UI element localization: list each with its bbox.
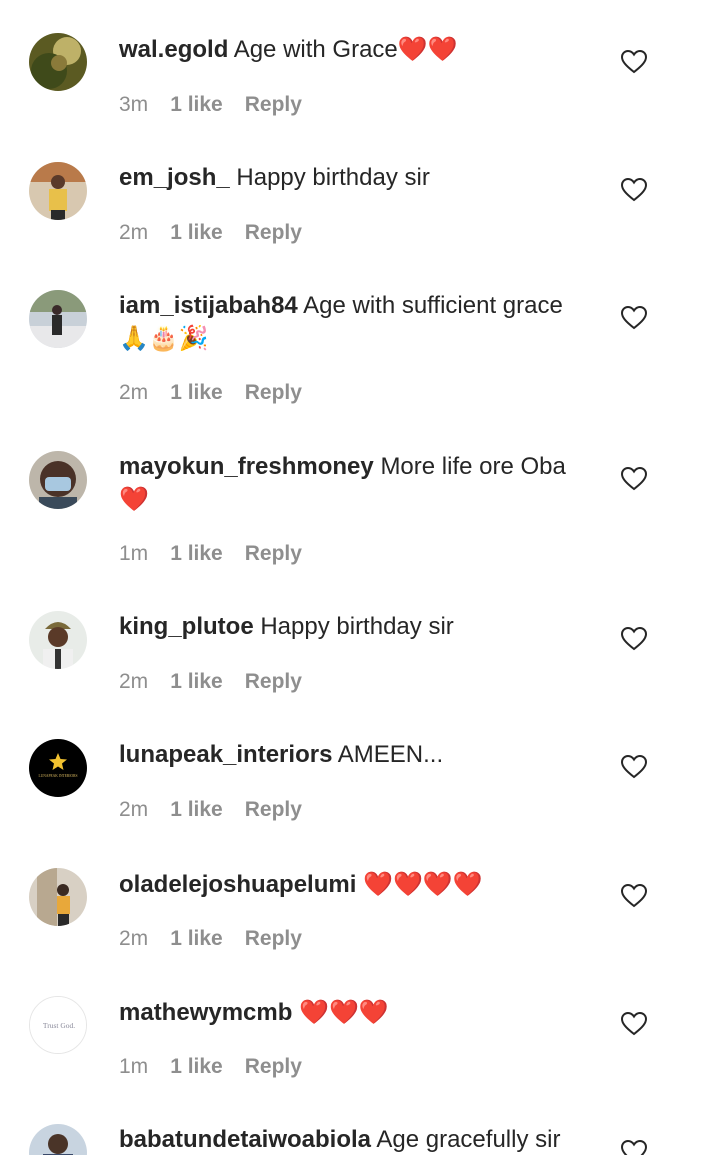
comment-time: 2m [119,927,149,950]
comment-body: mathewymcmb ❤️❤️❤️ [119,996,594,1029]
comment-likes[interactable]: 1 like [170,381,223,405]
heart-icon[interactable] [621,1012,647,1036]
comment-time: 2m [119,381,149,404]
comment-likes[interactable]: 1 like [170,670,223,694]
heart-icon[interactable] [621,627,647,651]
comment-text: Happy birthday sir [236,164,430,191]
comment-emoji: 🙏🎂🎉 [119,324,209,352]
comment-username[interactable]: wal.egold [119,36,228,63]
comment-likes[interactable]: 1 like [170,1055,223,1079]
comment-body: lunapeak_interiors AMEEN... [119,739,594,771]
comment-text: More life ore Oba [380,453,566,480]
avatar-caption: LUNAPEAK INTERIORS [38,774,77,778]
heart-icon[interactable] [621,50,647,74]
comment-likes[interactable]: 1 like [170,798,223,822]
comment-text: Happy birthday sir [260,613,454,640]
comment-likes[interactable]: 1 like [170,927,223,951]
comment-body: iam_istijabah84 Age with sufficient grac… [119,290,594,355]
comment-time: 1m [119,1055,149,1078]
avatar[interactable] [29,290,87,348]
avatar[interactable] [29,33,87,91]
comment-text: Age gracefully sir [376,1126,561,1153]
avatar[interactable] [29,1124,87,1155]
comment-text: Age with sufficient grace [303,292,563,319]
comment-meta: 2m 1 like Reply [119,221,302,245]
comment-username[interactable]: lunapeak_interiors [119,741,332,768]
avatar-caption: Trust God. [43,1021,75,1030]
comment-body: babatundetaiwoabiola Age gracefully sir [119,1124,594,1155]
avatar[interactable] [29,611,87,669]
comment-likes[interactable]: 1 like [170,93,223,117]
comment-emoji: ❤️❤️❤️❤️ [363,870,483,898]
heart-icon[interactable] [621,467,647,491]
comments-list: wal.egold Age with Grace❤️❤️ 3m 1 like R… [0,0,720,1155]
comment-text: Age with Grace [233,36,398,63]
comment-meta: 1m 1 like Reply [119,1055,302,1079]
reply-button[interactable]: Reply [245,381,302,405]
reply-button[interactable]: Reply [245,1055,302,1079]
reply-button[interactable]: Reply [245,221,302,245]
comment-meta: 1m 1 like Reply [119,542,302,566]
comment-emoji: ❤️❤️❤️ [299,998,389,1026]
comment-meta: 2m 1 like Reply [119,381,302,405]
comment-meta: 2m 1 like Reply [119,670,302,694]
comment-time: 2m [119,221,149,244]
comment-time: 3m [119,93,149,116]
comment-username[interactable]: iam_istijabah84 [119,292,298,319]
comment-meta: 2m 1 like Reply [119,798,302,822]
comment-likes[interactable]: 1 like [170,542,223,566]
comment-meta: 2m 1 like Reply [119,927,302,951]
comment-username[interactable]: em_josh_ [119,164,230,191]
heart-icon[interactable] [621,755,647,779]
heart-icon[interactable] [621,306,647,330]
comment-time: 2m [119,670,149,693]
comment-body: king_plutoe Happy birthday sir [119,611,594,643]
avatar[interactable]: Trust God. [29,996,87,1054]
reply-button[interactable]: Reply [245,670,302,694]
avatar[interactable]: LUNAPEAK INTERIORS [29,739,87,797]
reply-button[interactable]: Reply [245,542,302,566]
heart-icon[interactable] [621,884,647,908]
comment-likes[interactable]: 1 like [170,221,223,245]
avatar[interactable] [29,868,87,926]
comment-username[interactable]: mayokun_freshmoney [119,453,374,480]
comment-body: oladelejoshuapelumi ❤️❤️❤️❤️ [119,868,594,901]
comment-username[interactable]: king_plutoe [119,613,254,640]
comment-body: wal.egold Age with Grace❤️❤️ [119,33,594,66]
comment-username[interactable]: oladelejoshuapelumi [119,871,356,898]
comment-emoji: ❤️ [119,485,149,513]
comment-text: AMEEN... [337,741,444,768]
comment-time: 1m [119,542,149,565]
comment-meta: 3m 1 like Reply [119,93,302,117]
reply-button[interactable]: Reply [245,93,302,117]
avatar[interactable] [29,451,87,509]
comment-body: mayokun_freshmoney More life ore Oba ❤️ [119,451,594,516]
avatar[interactable] [29,162,87,220]
heart-icon[interactable] [621,178,647,202]
reply-button[interactable]: Reply [245,927,302,951]
comment-username[interactable]: babatundetaiwoabiola [119,1126,371,1153]
heart-icon[interactable] [621,1140,647,1155]
comment-body: em_josh_ Happy birthday sir [119,162,594,194]
comment-username[interactable]: mathewymcmb [119,999,292,1026]
comment-emoji: ❤️❤️ [397,35,458,63]
reply-button[interactable]: Reply [245,798,302,822]
comment-time: 2m [119,798,149,821]
